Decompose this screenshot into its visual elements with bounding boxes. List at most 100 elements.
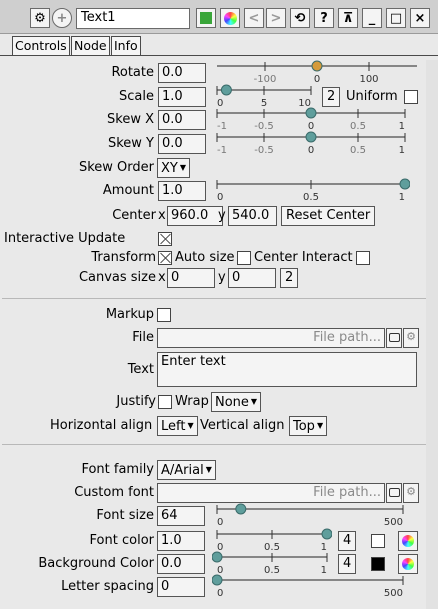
wrap-dropdown[interactable]: None ▼ (211, 392, 262, 412)
uniform-checkbox[interactable] (404, 90, 418, 104)
scale-label: Scale (119, 89, 154, 104)
center-interact-checkbox[interactable] (356, 251, 370, 265)
skew-order-label: Skew Order (78, 160, 154, 175)
slider-handle[interactable] (399, 178, 410, 190)
wrap-value: None (215, 395, 249, 410)
justify-checkbox[interactable] (158, 395, 172, 409)
horizontal-align-label: Horizontal align (50, 418, 153, 433)
center-interact-label: Center Interact (254, 250, 353, 265)
gear-icon[interactable]: ⚙ (403, 328, 419, 348)
chevron-down-icon: ▼ (179, 163, 187, 172)
font-color-label: Font color (89, 533, 154, 548)
letter-spacing-slider[interactable]: 0 500 (212, 574, 408, 604)
center-x-input[interactable]: 960.0 (167, 206, 223, 226)
add-circle-icon[interactable]: + (52, 8, 72, 28)
color-picker-icon[interactable] (398, 531, 418, 551)
chevron-down-icon: ▼ (316, 421, 324, 430)
title-bar: ⚙ + Text1 < > ⟲ ? ⊼ _ □ × (0, 0, 438, 34)
center-y-input[interactable]: 540.0 (228, 206, 277, 226)
skew-y-slider[interactable]: -1 -0.5 0 0.5 1 (212, 131, 410, 161)
maximize-icon[interactable]: □ (386, 8, 406, 28)
horizontal-align-value: Left (161, 419, 186, 434)
slider-graphic: 0 0.5 1 (216, 178, 410, 203)
folder-icon[interactable] (386, 483, 402, 503)
skew-y-input[interactable]: 0.0 (158, 134, 206, 154)
font-size-input[interactable]: 64 (157, 506, 205, 526)
transform-label: Transform (91, 250, 156, 265)
slider-tick-label: 0 (308, 145, 314, 156)
slider-tick-label: -0.5 (254, 145, 274, 156)
restore-icon[interactable]: ⟲ (290, 8, 310, 28)
chevron-right-icon[interactable]: > (266, 8, 286, 28)
skew-x-input[interactable]: 0.0 (158, 110, 206, 130)
reset-center-button[interactable]: Reset Center (281, 206, 376, 226)
custom-font-input[interactable]: File path... (157, 483, 385, 503)
background-color-swatch[interactable] (371, 557, 385, 571)
auto-size-checkbox[interactable] (237, 251, 251, 265)
slider-tick-label: 0 (217, 517, 223, 528)
interactive-update-checkbox[interactable] (158, 232, 172, 246)
tab-node[interactable]: Node (71, 36, 110, 56)
color-circle-icon[interactable] (220, 8, 240, 28)
amount-slider[interactable]: 0 0.5 1 (212, 178, 410, 208)
letter-spacing-input[interactable]: 0 (157, 577, 205, 597)
slider-handle[interactable] (305, 107, 317, 119)
pin-icon[interactable]: ⊼ (338, 8, 358, 28)
scale-input[interactable]: 1.0 (158, 87, 206, 107)
tab-controls[interactable]: Controls (12, 36, 70, 56)
rotate-input[interactable]: 0.0 (158, 63, 206, 83)
chevron-left-icon[interactable]: < (244, 8, 264, 28)
color-picker-icon[interactable] (398, 554, 418, 574)
amount-label: Amount (102, 183, 154, 198)
chevron-down-icon: ▼ (250, 397, 258, 406)
slider-handle[interactable] (235, 503, 247, 515)
slider-handle[interactable] (321, 528, 332, 540)
file-path-input[interactable]: File path... (157, 328, 385, 348)
slider-tick-label: 0 (217, 192, 223, 203)
green-square-icon[interactable] (196, 8, 216, 28)
transform-checkbox[interactable] (158, 251, 172, 265)
gear-icon[interactable]: ⚙ (403, 483, 419, 503)
canvas-x-input[interactable]: 0 (167, 268, 215, 288)
slider-handle[interactable] (305, 131, 317, 143)
tab-divider (0, 55, 438, 56)
vertical-align-label: Vertical align (200, 418, 285, 433)
file-label: File (132, 330, 154, 345)
amount-input[interactable]: 1.0 (158, 181, 206, 201)
scale-step-button[interactable]: 2 (322, 87, 341, 107)
center-label: Center (112, 208, 156, 223)
slider-tick-label: 100 (359, 74, 378, 85)
close-icon[interactable]: × (410, 8, 430, 28)
markup-checkbox[interactable] (157, 308, 171, 322)
font-color-swatch[interactable] (371, 534, 385, 548)
markup-label: Markup (105, 307, 154, 322)
canvas-step-button[interactable]: 2 (280, 268, 299, 288)
slider-handle[interactable] (220, 84, 232, 96)
slider-tick-label: -1 (217, 145, 227, 156)
slider-handle[interactable] (212, 551, 223, 563)
background-color-step-button[interactable]: 4 (338, 554, 357, 574)
background-color-input[interactable]: 0.0 (157, 554, 205, 574)
help-icon[interactable]: ? (314, 8, 334, 28)
font-color-input[interactable]: 1.0 (157, 531, 205, 551)
justify-label: Justify (116, 394, 156, 409)
slider-tick-label: 500 (384, 588, 403, 599)
section-divider (2, 444, 426, 445)
font-family-dropdown[interactable]: A/Arial ▼ (157, 460, 216, 480)
vertical-align-dropdown[interactable]: Top ▼ (289, 416, 328, 436)
node-name-field[interactable]: Text1 (76, 8, 190, 29)
tab-info[interactable]: Info (111, 36, 141, 56)
gear-icon[interactable]: ⚙ (30, 8, 50, 28)
font-color-step-button[interactable]: 4 (338, 531, 357, 551)
slider-handle[interactable] (212, 574, 223, 586)
slider-handle[interactable] (311, 60, 323, 72)
skew-order-dropdown[interactable]: XY ▼ (157, 158, 191, 178)
scrollbar[interactable] (426, 60, 438, 609)
minimize-icon[interactable]: _ (362, 8, 382, 28)
slider-graphic: 0 500 (212, 574, 404, 599)
folder-icon[interactable] (386, 328, 402, 348)
canvas-y-input[interactable]: 0 (228, 268, 276, 288)
slider-tick-label: 500 (384, 517, 403, 528)
text-textarea[interactable]: Enter text (157, 352, 417, 387)
horizontal-align-dropdown[interactable]: Left ▼ (157, 416, 198, 436)
